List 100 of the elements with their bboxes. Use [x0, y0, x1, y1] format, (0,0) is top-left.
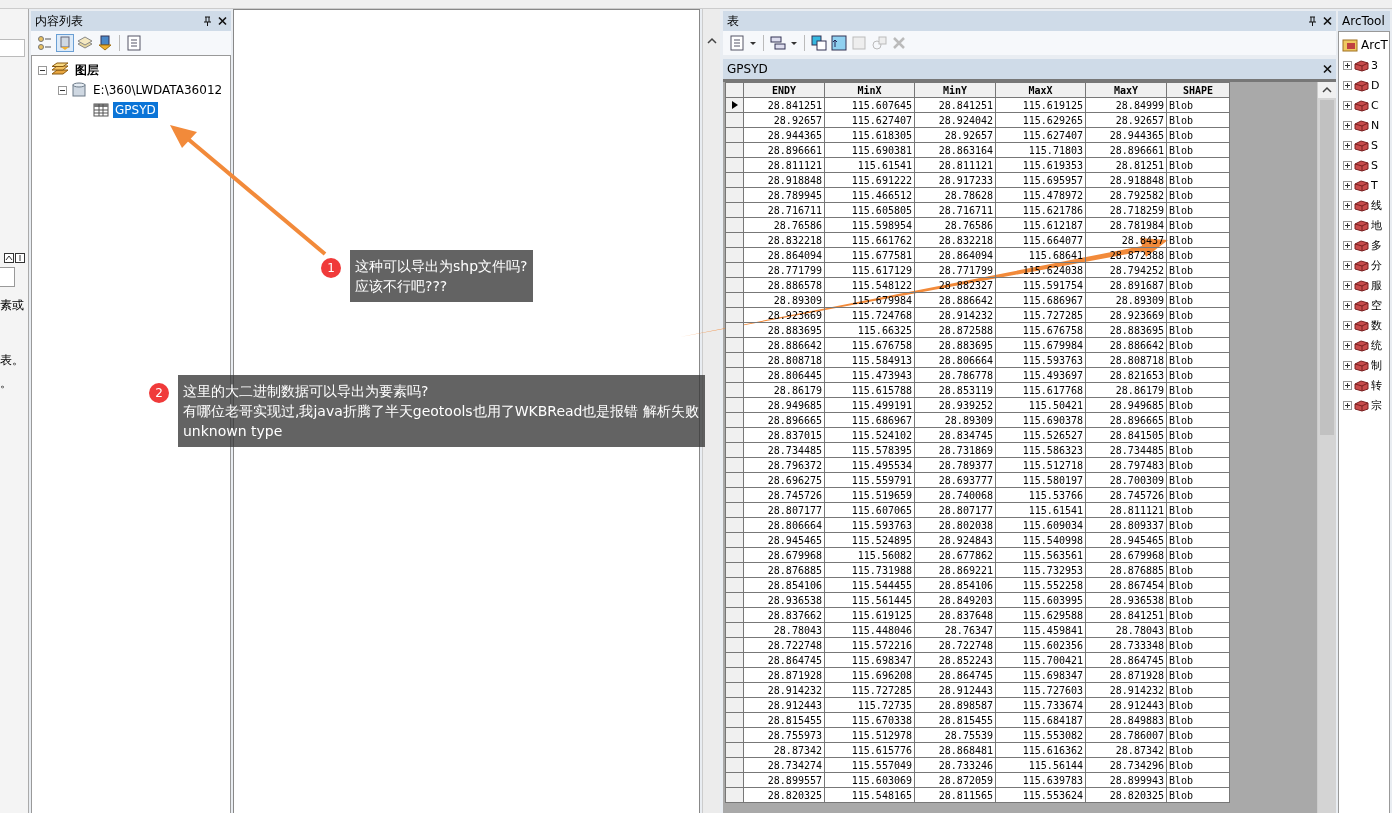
table-cell: 28.696275 [743, 472, 825, 488]
table-cell: 115.619353 [995, 157, 1086, 173]
expand-icon[interactable] [1343, 100, 1352, 110]
expand-icon[interactable] [1343, 220, 1352, 230]
table-cell: 28.808718 [1085, 352, 1167, 368]
pin-icon[interactable] [203, 16, 212, 26]
tree-item[interactable]: 宗 [1371, 397, 1382, 413]
expand-icon[interactable] [1343, 380, 1352, 390]
layers-icon [51, 62, 69, 78]
expand-icon[interactable] [1343, 140, 1352, 150]
tree-item[interactable]: C [1371, 98, 1379, 112]
expand-icon[interactable] [1343, 340, 1352, 350]
expand-icon[interactable] [1343, 200, 1352, 210]
table-tab[interactable]: GPSYD [727, 62, 768, 76]
table-cell: 28.886642 [1085, 337, 1167, 353]
toolbar-icons-drawing[interactable] [4, 253, 26, 263]
table-cell: 115.603995 [995, 592, 1086, 608]
expand-icon[interactable] [1343, 320, 1352, 330]
pin-icon[interactable] [1308, 16, 1317, 26]
tree-item[interactable]: 图层 [73, 60, 101, 80]
table-cell: 28.771799 [743, 262, 825, 278]
column-header[interactable]: MinX [824, 82, 915, 98]
expand-icon[interactable] [1343, 280, 1352, 290]
dropdown-field[interactable] [0, 39, 25, 57]
close-icon[interactable] [1323, 16, 1332, 26]
tree-item[interactable]: S [1371, 158, 1378, 172]
scroll-up-icon[interactable] [706, 37, 717, 45]
toolbox-icon [1354, 118, 1369, 132]
table-cell: 28.740068 [914, 487, 996, 503]
tree-item[interactable]: ArcT [1361, 38, 1388, 52]
selection-icon[interactable] [97, 35, 113, 51]
table-cell: 28.899557 [743, 772, 825, 788]
column-header[interactable]: ENDY [743, 82, 825, 98]
options-icon[interactable] [126, 35, 142, 51]
tree-item[interactable]: GPSYD [113, 102, 158, 118]
drawing-order-icon[interactable] [37, 35, 53, 51]
tree-item[interactable]: 地 [1371, 217, 1382, 233]
close-icon[interactable] [1323, 64, 1332, 74]
tree-item[interactable]: 空 [1371, 297, 1382, 313]
table-cell: 28.945465 [1085, 532, 1167, 548]
collapse-icon[interactable] [38, 65, 47, 75]
tree-item[interactable]: T [1371, 178, 1378, 192]
table-cell: Blob [1166, 367, 1230, 383]
source-icon[interactable] [57, 35, 73, 51]
layers-icon[interactable] [77, 35, 93, 51]
expand-icon[interactable] [1343, 80, 1352, 90]
tree-item[interactable]: 3 [1371, 58, 1378, 72]
table-cell: 28.917233 [914, 172, 996, 188]
tree-item[interactable]: 多 [1371, 237, 1382, 253]
expand-icon[interactable] [1343, 240, 1352, 250]
expand-icon[interactable] [1343, 260, 1352, 270]
tree-item[interactable]: E:\360\LWDATA36012 [91, 82, 225, 98]
table-cell: 115.548165 [824, 787, 915, 803]
collapse-icon[interactable] [58, 85, 67, 95]
tree-item[interactable]: 制 [1371, 357, 1382, 373]
tree-item[interactable]: S [1371, 138, 1378, 152]
table-cell: 28.854106 [914, 577, 996, 593]
tree-item[interactable]: 转 [1371, 377, 1382, 393]
input-field[interactable] [0, 267, 15, 287]
expand-icon[interactable] [1343, 160, 1352, 170]
table-cell: 28.841251 [914, 97, 996, 113]
related-tables-icon[interactable] [770, 35, 786, 51]
tree-item[interactable]: 服 [1371, 277, 1382, 293]
column-header[interactable]: MinY [914, 82, 996, 98]
table-cell: 28.807177 [914, 502, 996, 518]
expand-icon[interactable] [1343, 60, 1352, 70]
table-cell: 28.924042 [914, 112, 996, 128]
scroll-up-icon[interactable] [1322, 86, 1332, 94]
table-cell: Blob [1166, 757, 1230, 773]
table-cell: 115.696208 [824, 667, 915, 683]
table-cell: 28.75539 [914, 727, 996, 743]
tree-item[interactable]: 线 [1371, 197, 1382, 213]
expand-icon[interactable] [1343, 360, 1352, 370]
expand-icon[interactable] [1343, 300, 1352, 310]
tree-item[interactable]: 分 [1371, 257, 1382, 273]
comment-text: unknown type [183, 422, 284, 441]
tree-item[interactable]: D [1371, 78, 1380, 92]
column-header[interactable]: MaxX [995, 82, 1086, 98]
column-header[interactable]: SHAPE [1166, 82, 1230, 98]
table-cell: 28.796372 [743, 457, 825, 473]
switch-selection-icon[interactable] [831, 35, 847, 51]
expand-icon[interactable] [1343, 120, 1352, 130]
tree-item[interactable]: N [1371, 118, 1380, 132]
table-cell: 28.868481 [914, 742, 996, 758]
select-by-attributes-icon[interactable] [811, 35, 827, 51]
table-cell: 115.466512 [824, 187, 915, 203]
expand-icon[interactable] [1343, 400, 1352, 410]
tree-item[interactable]: 数 [1371, 317, 1382, 333]
close-icon[interactable] [218, 16, 227, 26]
table-cell: 28.871928 [743, 667, 825, 683]
table-cell: 28.811121 [743, 157, 825, 173]
panel-title: ArcTool [1338, 11, 1390, 31]
table-cell: Blob [1166, 202, 1230, 218]
table-cell: 115.617768 [995, 382, 1086, 398]
expand-icon[interactable] [1343, 180, 1352, 190]
tree-item[interactable]: 统 [1371, 337, 1382, 353]
table-cell: 115.495534 [824, 457, 915, 473]
table-cell: 28.864745 [743, 652, 825, 668]
column-header[interactable]: MaxY [1085, 82, 1167, 98]
table-cell: 115.618305 [824, 127, 915, 143]
